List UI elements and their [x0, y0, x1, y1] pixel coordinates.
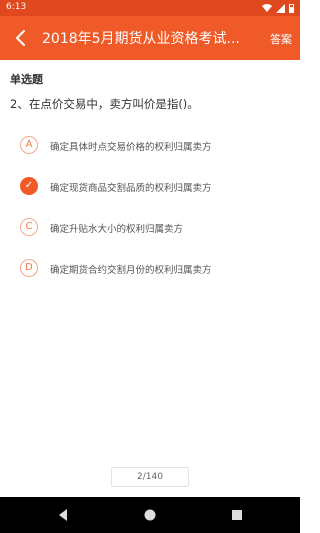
status-bar: 6:13 — [0, 0, 300, 16]
option-text: 确定具体时点交易价格的权利归属卖方 — [50, 142, 212, 153]
option-text: 确定期货合约交割月份的权利归属卖方 — [50, 265, 212, 276]
question-type: 单选题 — [10, 73, 43, 86]
option-d[interactable]: D 确定期货合约交割月份的权利归属卖方 — [20, 259, 290, 279]
wifi-icon — [262, 4, 272, 12]
option-check-circle: ✓ — [20, 177, 38, 195]
nav-back-icon[interactable] — [56, 508, 70, 522]
option-letter-circle: C — [20, 218, 38, 236]
signal-icon — [276, 3, 285, 13]
status-time: 6:13 — [6, 2, 27, 12]
nav-recent-icon[interactable] — [230, 508, 244, 522]
app-bar: 2018年5月期货从业资格考试... 答案 — [0, 16, 300, 60]
option-text: 确定现货商品交割品质的权利归属卖方 — [50, 183, 212, 194]
back-arrow-icon[interactable] — [10, 27, 32, 49]
option-a[interactable]: A 确定具体时点交易价格的权利归属卖方 — [20, 136, 290, 156]
option-b[interactable]: ✓ 确定现货商品交割品质的权利归属卖方 — [20, 177, 290, 197]
option-letter-circle: D — [20, 259, 38, 277]
question-text: 2、在点价交易中，卖方叫价是指()。 — [10, 97, 199, 111]
system-nav-bar — [0, 497, 300, 533]
battery-icon — [289, 3, 294, 13]
option-text: 确定升贴水大小的权利归属卖方 — [50, 224, 184, 235]
page-indicator[interactable]: 2/140 — [111, 467, 189, 487]
page-title: 2018年5月期货从业资格考试... — [42, 31, 240, 47]
answer-button[interactable]: 答案 — [270, 31, 292, 47]
option-c[interactable]: C 确定升贴水大小的权利归属卖方 — [20, 218, 290, 238]
status-icons — [262, 3, 294, 13]
nav-home-icon[interactable] — [143, 508, 157, 522]
option-letter-circle: A — [20, 136, 38, 154]
